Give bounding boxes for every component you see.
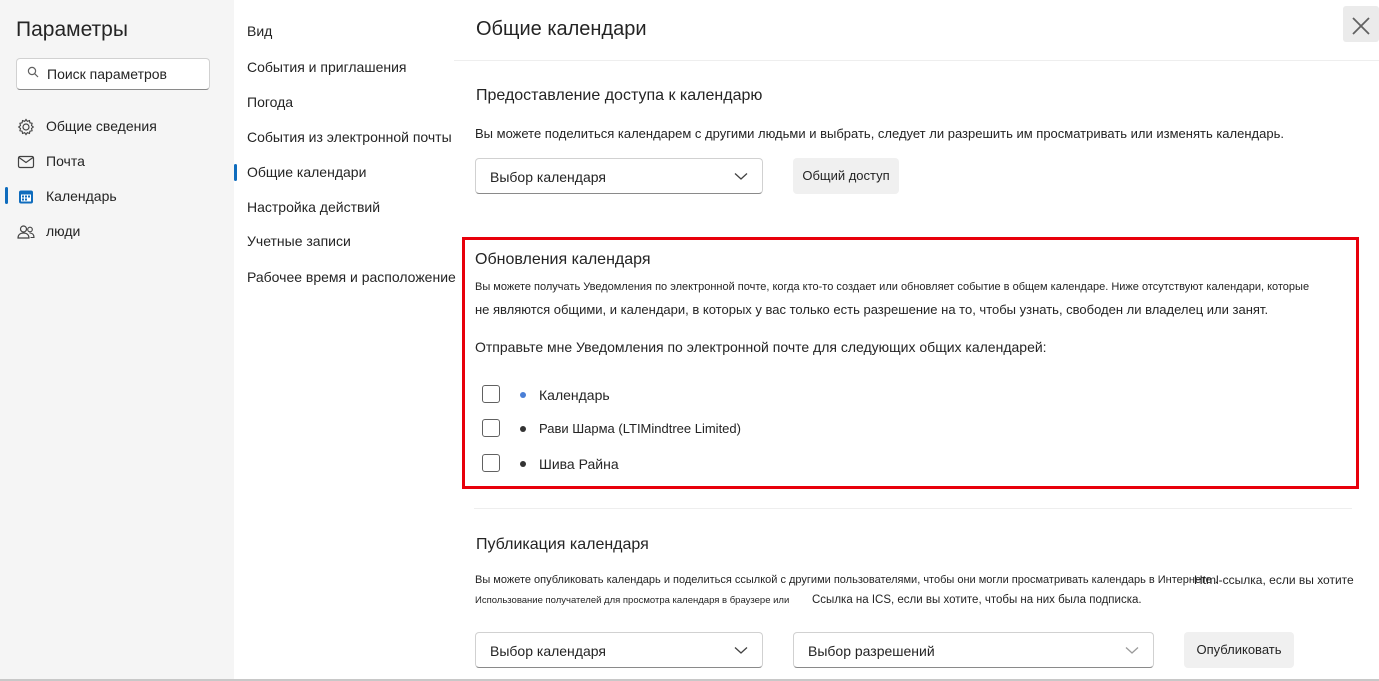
share-button[interactable]: Общий доступ bbox=[793, 158, 899, 194]
html-link-text: Html-ссылка, если вы хотите bbox=[1194, 573, 1354, 587]
settings-sidebar: Параметры Общие сведения Почта Календарь… bbox=[0, 0, 234, 681]
search-icon bbox=[27, 66, 39, 81]
sidebar-item-people[interactable]: люди bbox=[0, 216, 234, 246]
dropdown-value: Выбор календаря bbox=[490, 169, 606, 185]
publish-description-line1a: Вы можете опубликовать календарь и подел… bbox=[475, 574, 1218, 586]
header-divider bbox=[454, 60, 1379, 61]
publish-description-line2a: Использование получателей для просмотра … bbox=[475, 595, 790, 606]
people-icon bbox=[16, 222, 36, 240]
sharing-section-title: Предоставление доступа к календарю bbox=[476, 87, 763, 104]
subnav-item-shared-calendars[interactable]: Общие календари bbox=[233, 164, 366, 181]
sidebar-item-label: Календарь bbox=[46, 188, 117, 204]
subnav-item-work-hours[interactable]: Рабочее время и расположение bbox=[247, 269, 456, 285]
publish-calendar-dropdown[interactable]: Выбор календаря bbox=[475, 632, 763, 668]
section-divider bbox=[474, 508, 1352, 509]
sidebar-item-label: Почта bbox=[46, 153, 85, 169]
settings-search-input[interactable] bbox=[47, 63, 205, 85]
sidebar-item-calendar[interactable]: Календарь bbox=[0, 181, 234, 211]
calendar-option-label: Календарь bbox=[539, 387, 610, 403]
calendar-option-label: Шива Райна bbox=[539, 456, 619, 472]
close-button[interactable] bbox=[1343, 6, 1379, 42]
sidebar-item-label: люди bbox=[46, 223, 81, 239]
chevron-down-icon bbox=[1125, 643, 1139, 657]
close-icon bbox=[1351, 9, 1371, 39]
settings-search-box[interactable] bbox=[16, 58, 210, 90]
sharing-section-description: Вы можете поделиться календарем с другим… bbox=[475, 126, 1284, 141]
subnav-item-view[interactable]: Вид bbox=[247, 23, 272, 39]
updates-section-title: Обновления календаря bbox=[475, 251, 651, 268]
calendar-color-dot bbox=[520, 392, 526, 398]
dropdown-value: Выбор календаря bbox=[490, 643, 606, 659]
sharing-calendar-dropdown[interactable]: Выбор календаря bbox=[475, 158, 763, 194]
sidebar-item-label: Общие сведения bbox=[46, 118, 157, 134]
ics-link-text: Ссылка на ICS, если вы хотите, чтобы на … bbox=[812, 594, 1142, 606]
sidebar-item-general[interactable]: Общие сведения bbox=[0, 111, 234, 141]
calendar-color-dot bbox=[520, 461, 526, 467]
updates-description-line1: Вы можете получать Уведомления по электр… bbox=[475, 281, 1310, 293]
chevron-down-icon bbox=[734, 643, 748, 657]
calendar-option-label: Рави Шарма (LTIMindtree Limited) bbox=[539, 421, 741, 436]
page-title: Общие календари bbox=[476, 18, 647, 40]
subnav-item-customize-actions[interactable]: Настройка действий bbox=[247, 199, 380, 215]
dropdown-value: Выбор разрешений bbox=[808, 643, 935, 659]
publish-section-title: Публикация календаря bbox=[476, 536, 649, 553]
subnav-item-events-invitations[interactable]: События и приглашения bbox=[247, 59, 406, 75]
shared-calendars-panel: Общие календари Предоставление доступа к… bbox=[454, 0, 1379, 681]
chevron-down-icon bbox=[734, 169, 748, 183]
subnav-item-accounts[interactable]: Учетные записи bbox=[247, 233, 351, 249]
settings-title: Параметры bbox=[16, 18, 128, 41]
calendar-checkbox[interactable] bbox=[482, 454, 500, 472]
calendar-checkbox[interactable] bbox=[482, 385, 500, 403]
subnav-item-events-from-email[interactable]: События из электронной почты bbox=[247, 129, 452, 145]
updates-description-line2: не являются общими, и календари, в котор… bbox=[475, 302, 1269, 317]
calendar-icon bbox=[16, 187, 36, 205]
mail-icon bbox=[16, 152, 36, 170]
subnav-item-weather[interactable]: Погода bbox=[247, 94, 293, 110]
publish-button[interactable]: Опубликовать bbox=[1184, 632, 1294, 668]
calendar-settings-nav: Вид События и приглашения Погода События… bbox=[233, 0, 456, 681]
highlight-outline bbox=[462, 237, 1359, 489]
updates-prompt: Отправьте мне Уведомления по электронной… bbox=[475, 339, 1047, 355]
calendar-color-dot bbox=[520, 426, 526, 432]
sidebar-item-mail[interactable]: Почта bbox=[0, 146, 234, 176]
gear-icon bbox=[16, 117, 36, 136]
publish-permissions-dropdown[interactable]: Выбор разрешений bbox=[793, 632, 1154, 668]
calendar-checkbox[interactable] bbox=[482, 419, 500, 437]
